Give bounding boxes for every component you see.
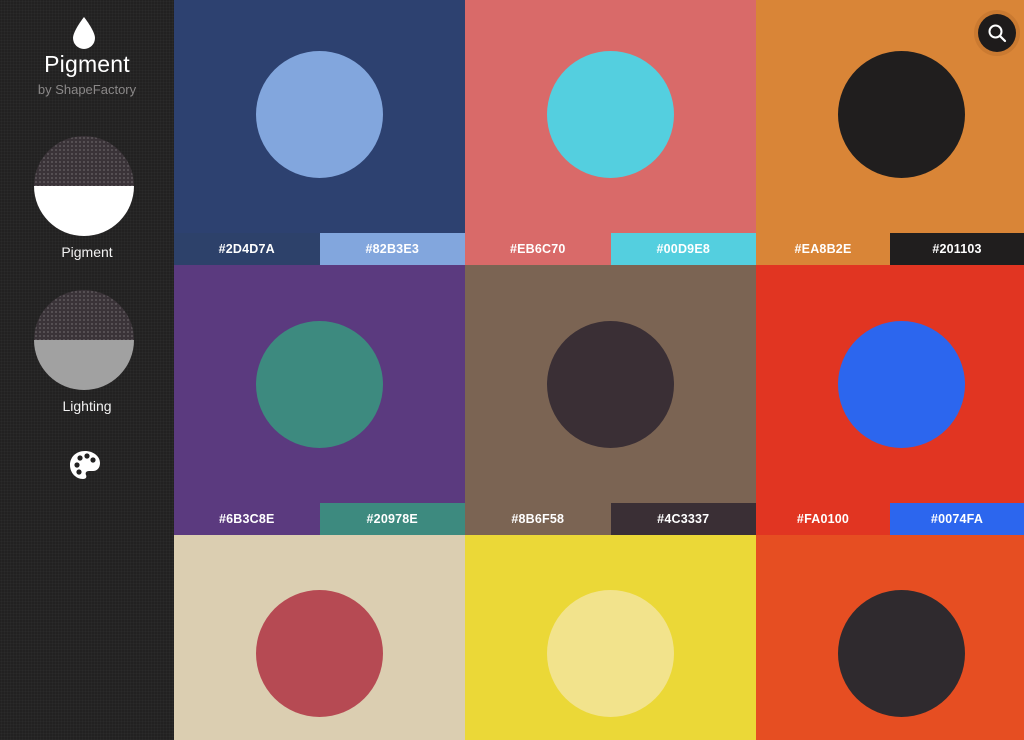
hex-code-chip[interactable]: #82B3E3 <box>319 233 465 265</box>
mode-label-lighting: Lighting <box>62 398 112 414</box>
mode-lighting[interactable]: Lighting <box>0 290 174 418</box>
color-swatch-circle <box>838 51 965 178</box>
hex-code-chip[interactable]: #201103 <box>890 233 1024 265</box>
search-icon <box>988 24 1007 43</box>
color-swatch-circle <box>547 51 674 178</box>
palette-icon[interactable] <box>68 449 102 481</box>
color-tile[interactable]: #8B6F58 #4C3337 <box>465 265 756 535</box>
color-swatch-circle <box>547 590 674 717</box>
pigment-mode-bottom <box>34 186 134 236</box>
color-swatch-circle <box>256 590 383 717</box>
lighting-mode-top <box>34 290 134 340</box>
hex-code-bar: #6B3C8E #20978E <box>174 503 465 535</box>
hex-code-bar: #2D4D7A #82B3E3 <box>174 233 465 265</box>
hex-code-chip[interactable]: #EB6C70 <box>465 233 611 265</box>
color-swatch-circle <box>547 321 674 448</box>
color-grid: #2D4D7A #82B3E3 #EB6C70 #00D9E8 #EA8B2E #2011… <box>174 0 1024 740</box>
hex-code-chip[interactable]: #0074FA <box>890 503 1024 535</box>
search-button[interactable] <box>978 14 1016 52</box>
mode-pigment[interactable]: Pigment <box>0 136 174 264</box>
color-swatch-circle <box>838 321 965 448</box>
lighting-mode-bottom <box>34 340 134 390</box>
drop-logo-icon <box>73 17 95 49</box>
pigment-mode-top <box>34 136 134 186</box>
color-tile[interactable] <box>174 535 465 740</box>
app-title: Pigment <box>44 51 130 77</box>
hex-code-bar: #EB6C70 #00D9E8 <box>465 233 756 265</box>
color-tile[interactable] <box>465 535 756 740</box>
color-tile[interactable]: #6B3C8E #20978E <box>174 265 465 535</box>
color-tile[interactable]: #2D4D7A #82B3E3 <box>174 0 465 265</box>
hex-code-bar: #FA0100 #0074FA <box>756 503 1024 535</box>
sidebar: Pigment by ShapeFactory Pigment Lighting <box>0 0 174 740</box>
hex-code-chip[interactable]: #00D9E8 <box>610 233 756 265</box>
hex-code-bar: #EA8B2E #201103 <box>756 233 1024 265</box>
hex-code-chip[interactable]: #20978E <box>319 503 465 535</box>
hex-code-chip[interactable]: #8B6F58 <box>465 503 611 535</box>
mode-label-pigment: Pigment <box>61 244 113 260</box>
color-tile[interactable] <box>756 535 1024 740</box>
lighting-mode-icon <box>34 290 134 390</box>
color-tile[interactable]: #FA0100 #0074FA <box>756 265 1024 535</box>
hex-code-chip[interactable]: #6B3C8E <box>174 503 320 535</box>
hex-code-chip[interactable]: #2D4D7A <box>174 233 320 265</box>
hex-code-bar: #8B6F58 #4C3337 <box>465 503 756 535</box>
hex-code-chip[interactable]: #EA8B2E <box>756 233 890 265</box>
pigment-mode-icon <box>34 136 134 236</box>
hex-code-chip[interactable]: #4C3337 <box>610 503 756 535</box>
color-swatch-circle <box>256 51 383 178</box>
color-swatch-circle <box>838 590 965 717</box>
color-swatch-circle <box>256 321 383 448</box>
app-subtitle: by ShapeFactory <box>37 82 137 97</box>
hex-code-chip[interactable]: #FA0100 <box>756 503 890 535</box>
color-tile[interactable]: #EB6C70 #00D9E8 <box>465 0 756 265</box>
